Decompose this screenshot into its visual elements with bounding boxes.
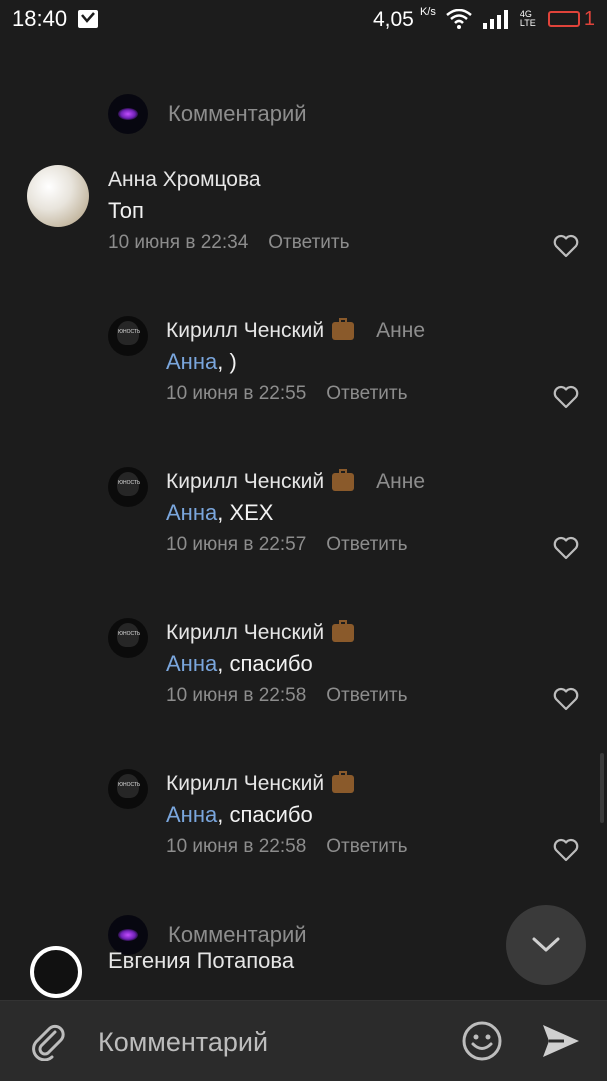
comment-date: 10 июня в 22:58 — [166, 685, 307, 706]
battery-level: 1 — [583, 7, 595, 30]
comment-text: Топ — [108, 198, 144, 223]
avatar-label: ЮНОСТЬ — [118, 329, 141, 335]
comment-item: Кирилл Ченский Анне Анна, ХЕХ 10 июня в … — [166, 469, 425, 556]
status-bar: 18:40 4,05 K/s 4G LTE 1 — [0, 0, 607, 38]
briefcase-icon — [332, 318, 355, 340]
emoji-icon[interactable] — [460, 1019, 504, 1063]
comment-author[interactable]: Кирилл Ченский — [166, 319, 324, 343]
avatar[interactable]: ЮНОСТЬ — [108, 316, 148, 356]
reply-button[interactable]: Ответить — [326, 534, 407, 556]
comment-prompt-label: Комментарий — [168, 101, 307, 126]
comment-date: 10 июня в 22:58 — [166, 836, 307, 857]
send-icon[interactable] — [540, 1021, 582, 1061]
comment-prompt-label: Комментарий — [168, 922, 307, 947]
heart-icon[interactable] — [553, 233, 579, 259]
reply-button[interactable]: Ответить — [268, 232, 349, 254]
mention-link[interactable]: Анна — [166, 651, 217, 676]
scrollbar[interactable] — [600, 753, 604, 823]
comment-author[interactable]: Кирилл Ченский — [166, 621, 324, 645]
reply-button[interactable]: Ответить — [326, 685, 407, 707]
paperclip-icon[interactable] — [28, 1021, 68, 1061]
mention-link[interactable]: Анна — [166, 500, 217, 525]
comment-item: Анна Хромцова Топ 10 июня в 22:34 Ответи… — [108, 168, 349, 254]
comment-text: , ) — [217, 349, 237, 374]
mention-link[interactable]: Анна — [166, 802, 217, 827]
reply-button[interactable]: Ответить — [326, 383, 407, 405]
heart-icon[interactable] — [553, 837, 579, 863]
net-speed: 4,05 K/s — [372, 6, 436, 31]
mention-link[interactable]: Анна — [166, 349, 217, 374]
comment-date: 10 июня в 22:34 — [108, 232, 249, 253]
notification-icon — [78, 10, 99, 28]
status-time: 18:40 — [12, 6, 68, 31]
reply-to[interactable]: Анне — [376, 319, 425, 343]
briefcase-icon — [332, 771, 355, 793]
heart-icon[interactable] — [553, 535, 579, 561]
signal-icon — [482, 10, 508, 29]
avatar[interactable]: ЮНОСТЬ — [108, 618, 148, 658]
comment-author[interactable]: Анна Хромцова — [108, 168, 261, 192]
network-type: 4G LTE — [519, 9, 536, 28]
comment-text: , спасибо — [217, 651, 313, 676]
reply-button[interactable]: Ответить — [326, 836, 407, 858]
comment-item: Кирилл Ченский Анна, спасибо 10 июня в 2… — [166, 620, 407, 707]
comment-author[interactable]: Кирилл Ченский — [166, 470, 324, 494]
heart-icon[interactable] — [553, 686, 579, 712]
comment-date: 10 июня в 22:57 — [166, 534, 307, 555]
avatar-label: ЮНОСТЬ — [118, 480, 141, 486]
comment-composer — [0, 1000, 607, 1081]
briefcase-icon — [332, 469, 355, 491]
comment-prompt-top[interactable]: Комментарий — [108, 94, 307, 134]
comment-text: , спасибо — [217, 802, 313, 827]
reply-to[interactable]: Анне — [376, 470, 425, 494]
avatar[interactable]: ЮНОСТЬ — [108, 467, 148, 507]
comment-text: , ХЕХ — [217, 500, 274, 525]
avatar[interactable] — [30, 946, 82, 998]
comment-item: Кирилл Ченский Анна, спасибо 10 июня в 2… — [166, 771, 407, 858]
current-user-avatar — [108, 94, 148, 134]
avatar[interactable] — [27, 165, 89, 227]
battery-icon: 1 — [547, 7, 595, 31]
comment-author-partial[interactable]: Евгения Потапова — [108, 948, 294, 974]
avatar-label: ЮНОСТЬ — [118, 631, 141, 637]
chevron-down-icon — [532, 937, 560, 952]
comment-date: 10 июня в 22:55 — [166, 383, 307, 404]
wifi-icon — [446, 9, 472, 29]
avatar-label: ЮНОСТЬ — [118, 782, 141, 788]
comment-input[interactable] — [96, 1019, 440, 1065]
briefcase-icon — [332, 620, 355, 642]
avatar[interactable]: ЮНОСТЬ — [108, 769, 148, 809]
comment-item: Кирилл Ченский Анне Анна, ) 10 июня в 22… — [166, 318, 425, 405]
comments-feed[interactable]: Комментарий Анна Хромцова Топ 10 июня в … — [0, 38, 607, 1000]
comment-author[interactable]: Кирилл Ченский — [166, 772, 324, 796]
heart-icon[interactable] — [553, 384, 579, 410]
scroll-down-button[interactable] — [506, 905, 586, 985]
